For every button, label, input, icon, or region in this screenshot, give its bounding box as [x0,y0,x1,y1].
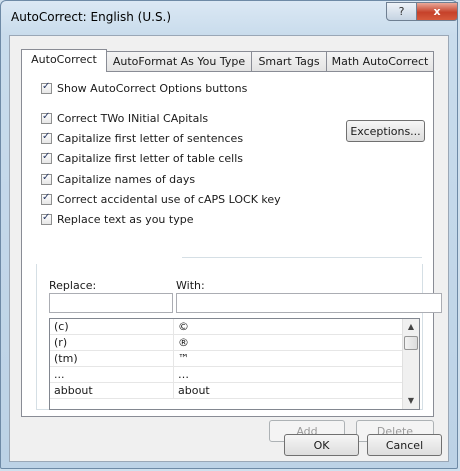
scroll-up-arrow-icon[interactable]: ▲ [403,319,419,335]
first-letter-sentences-label: Capitalize first letter of sentences [57,132,244,145]
scroll-thumb[interactable] [404,336,418,350]
window-title: AutoCorrect: English (U.S.) [11,10,172,24]
scroll-down-arrow-icon[interactable]: ▼ [403,393,419,409]
list-item-replace: (c) [52,319,174,334]
two-initial-caps-label: Correct TWo INitial CApitals [57,112,209,125]
group-divider [182,257,422,258]
replace-text-checkbox[interactable]: Replace text as you type [41,212,193,227]
names-of-days-checkbox[interactable]: Capitalize names of days [41,172,195,187]
ok-button[interactable]: OK [284,434,359,456]
list-item[interactable]: ... … [50,367,419,383]
replace-text-label: Replace text as you type [57,213,194,226]
list-item[interactable]: (r) ® [50,335,419,351]
caps-lock-checkbox[interactable]: Correct accidental use of cAPS LOCK key [41,192,281,207]
two-initial-caps-checkbox[interactable]: Correct TWo INitial CApitals [41,111,208,126]
checkbox-checked-icon [41,131,52,144]
list-item-replace: (tm) [52,351,174,366]
exceptions-button[interactable]: Exceptions... [346,120,425,142]
checkbox-checked-icon [41,151,52,164]
show-buttons-checkbox[interactable]: Show AutoCorrect Options buttons [41,81,247,96]
checkbox-checked-icon [41,81,52,94]
list-item-replace: ... [52,367,174,382]
list-item[interactable]: abbout about [50,383,419,399]
replace-label: Replace: [49,279,97,292]
list-item-with: © [178,320,189,333]
autocorrect-dialog: AutoCorrect: English (U.S.) ? x AutoCorr… [0,0,458,469]
autocorrect-panel: Show AutoCorrect Options buttons Correct… [21,71,442,442]
list-item[interactable]: (tm) ™ [50,351,419,367]
tab-smart-tags[interactable]: Smart Tags [251,51,327,71]
help-button[interactable]: ? [386,2,417,21]
list-item-with: about [178,384,210,397]
title-bar: AutoCorrect: English (U.S.) ? x [1,1,458,35]
first-letter-table-cells-checkbox[interactable]: Capitalize first letter of table cells [41,151,243,166]
names-of-days-label: Capitalize names of days [57,173,196,186]
tab-autoformat[interactable]: AutoFormat As You Type [106,51,252,71]
checkbox-checked-icon [41,111,52,124]
with-input[interactable] [176,293,442,313]
cancel-button[interactable]: Cancel [367,434,442,456]
tab-math-autocorrect[interactable]: Math AutoCorrect [326,51,434,71]
with-label: With: [176,279,205,292]
autocorrect-list[interactable]: (c) © (r) ® (tm) ™ ... … abbout about ▲ ▼ [49,318,420,410]
tab-autocorrect[interactable]: AutoCorrect [21,49,107,72]
list-item-replace: (r) [52,335,174,350]
list-scrollbar[interactable]: ▲ ▼ [402,319,419,409]
dialog-body: AutoCorrect AutoFormat As You Type Smart… [9,35,449,462]
close-button[interactable]: x [416,2,458,21]
first-letter-table-cells-label: Capitalize first letter of table cells [57,152,244,165]
list-item-with: ™ [178,352,189,365]
list-item[interactable]: (c) © [50,319,419,335]
show-buttons-label: Show AutoCorrect Options buttons [57,82,248,95]
caps-lock-label: Correct accidental use of cAPS LOCK key [57,193,281,206]
list-item-with: ® [178,336,189,349]
list-item-with: … [178,368,189,381]
checkbox-checked-icon [41,212,52,225]
replace-input[interactable] [49,293,173,313]
checkbox-checked-icon [41,192,52,205]
first-letter-sentences-checkbox[interactable]: Capitalize first letter of sentences [41,131,243,146]
list-item-replace: abbout [52,383,174,398]
checkbox-checked-icon [41,172,52,185]
